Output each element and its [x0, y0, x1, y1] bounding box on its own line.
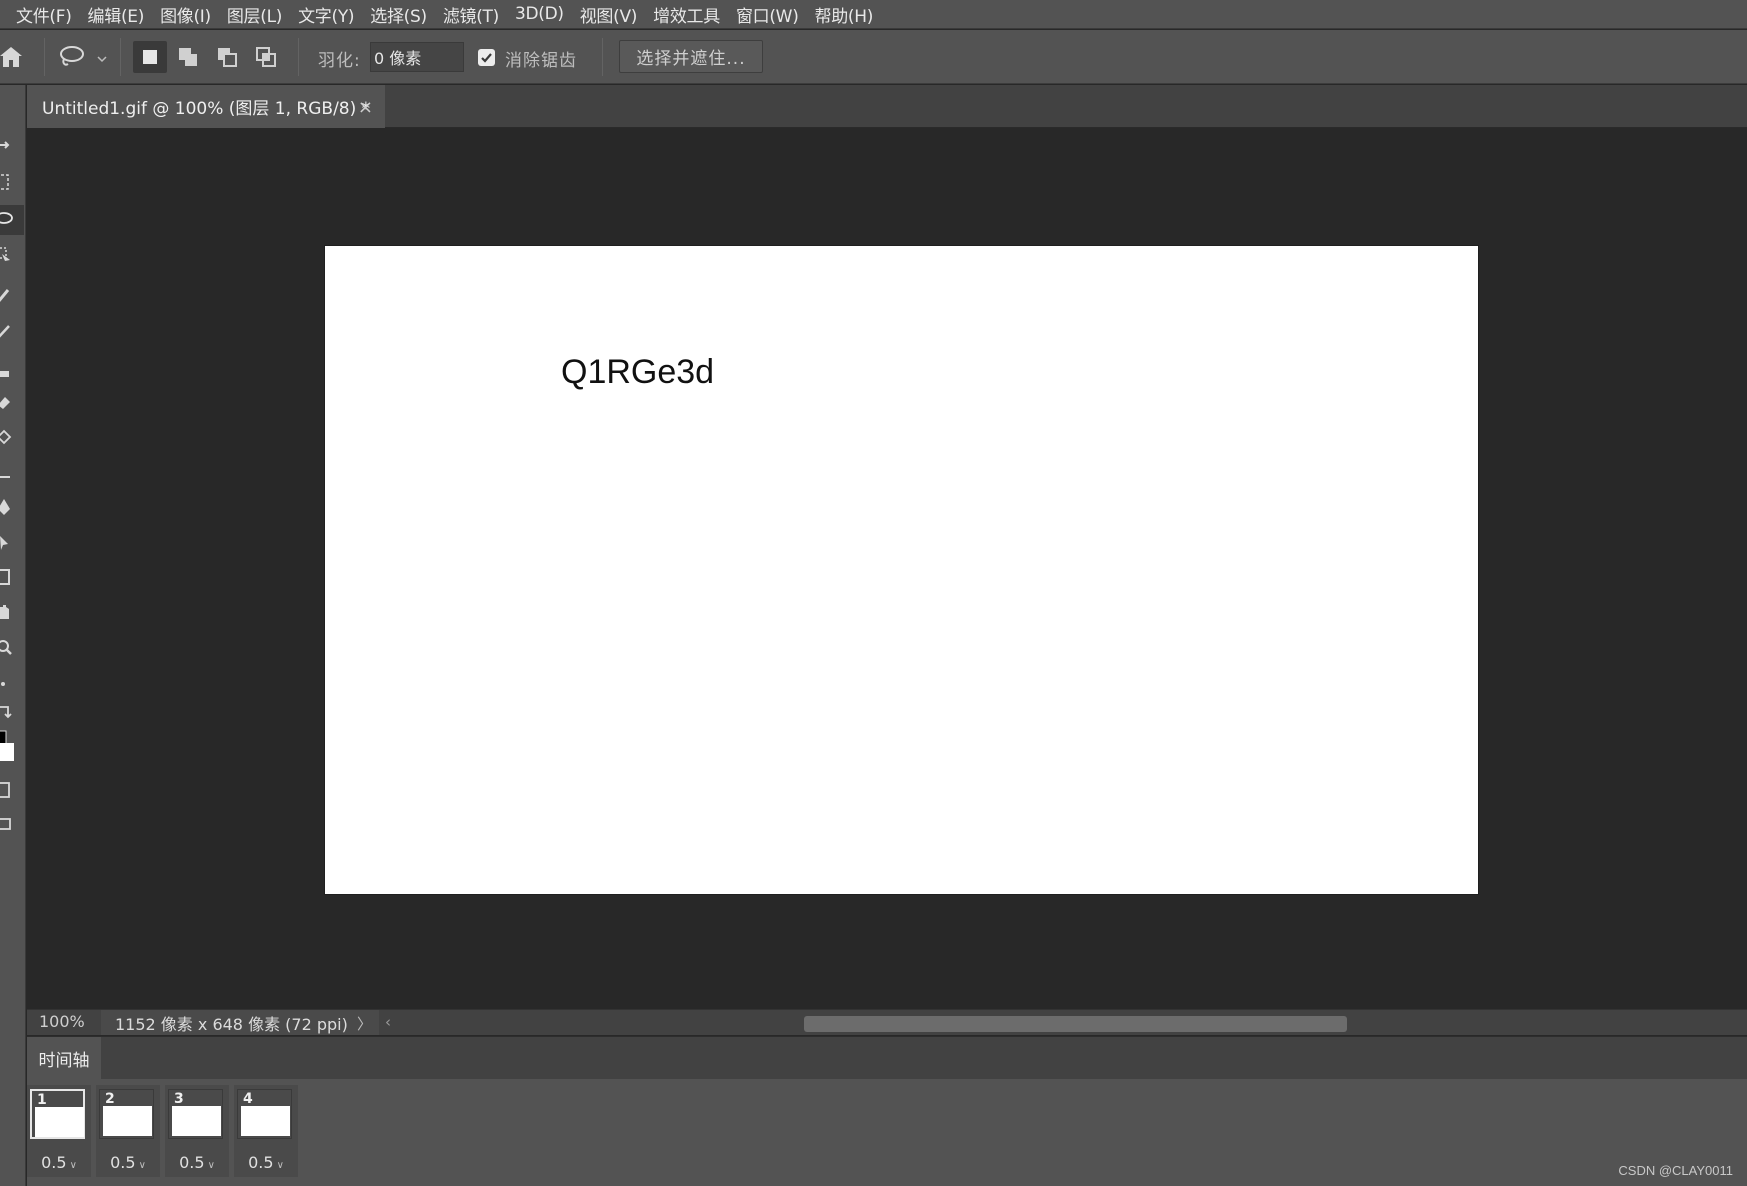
- frame-delay[interactable]: 0.5 ∨: [165, 1153, 229, 1172]
- canvas-area[interactable]: Q1RGe3d: [27, 129, 1747, 1009]
- menu-3d[interactable]: 3D(D): [515, 4, 564, 24]
- timeline-frame[interactable]: 4 0.5 ∨: [234, 1085, 298, 1177]
- path-select-tool-icon[interactable]: [0, 528, 24, 558]
- separator: [298, 38, 299, 76]
- document-tab-strip: Untitled1.gif @ 100% (图层 1, RGB/8) * ×: [27, 85, 1747, 128]
- brush-tool-icon[interactable]: [0, 317, 24, 347]
- chevron-down-icon[interactable]: ∨: [139, 1160, 146, 1171]
- document-canvas[interactable]: Q1RGe3d: [325, 246, 1478, 894]
- menu-file[interactable]: 文件(F): [16, 2, 72, 27]
- quick-mask-icon[interactable]: [0, 775, 24, 805]
- watermark: CSDN @CLAY0011: [1618, 1163, 1733, 1178]
- document-tab[interactable]: Untitled1.gif @ 100% (图层 1, RGB/8) * ×: [27, 85, 385, 128]
- shape-tool-icon[interactable]: [0, 562, 24, 592]
- intersect-selection-button[interactable]: [250, 41, 284, 73]
- frame-image: [172, 1106, 221, 1136]
- eraser-tool-icon[interactable]: [0, 387, 24, 417]
- menu-edit[interactable]: 编辑(E): [88, 2, 145, 27]
- canvas-text: Q1RGe3d: [561, 353, 715, 391]
- chevron-down-icon[interactable]: ∨: [277, 1160, 284, 1171]
- antialias-checkbox[interactable]: [478, 49, 495, 66]
- frame-delay-value: 0.5: [110, 1153, 136, 1172]
- feather-input[interactable]: [370, 42, 464, 72]
- frame-thumbnail[interactable]: 4: [237, 1089, 292, 1139]
- frame-number: 2: [105, 1091, 115, 1107]
- zoom-tool-icon[interactable]: [0, 633, 24, 663]
- chevron-down-icon[interactable]: ∨: [70, 1160, 77, 1171]
- more-tools-icon[interactable]: [0, 669, 24, 699]
- scroll-left-icon[interactable]: ‹: [385, 1013, 391, 1031]
- menu-select[interactable]: 选择(S): [370, 2, 427, 27]
- tools-panel: [0, 85, 26, 1186]
- eyedropper-tool-icon[interactable]: [0, 280, 24, 310]
- frame-number: 3: [174, 1091, 184, 1107]
- frame-image: [35, 1107, 84, 1137]
- menu-bar: 文件(F) 编辑(E) 图像(I) 图层(L) 文字(Y) 选择(S) 滤镜(T…: [0, 0, 1747, 29]
- marquee-tool-icon[interactable]: [0, 168, 24, 198]
- bucket-tool-icon[interactable]: [0, 423, 24, 453]
- document-tab-title: Untitled1.gif @ 100% (图层 1, RGB/8) *: [42, 99, 371, 119]
- scrollbar-thumb[interactable]: [804, 1016, 1347, 1032]
- chevron-right-icon[interactable]: 〉: [357, 1013, 372, 1034]
- frame-thumbnail[interactable]: 3: [168, 1089, 223, 1139]
- menu-view[interactable]: 视图(V): [580, 2, 638, 27]
- separator: [602, 38, 603, 76]
- hand-tool-icon[interactable]: [0, 597, 24, 627]
- move-tool-icon[interactable]: [0, 130, 24, 160]
- frame-image: [103, 1106, 152, 1136]
- options-bar: 羽化: 消除锯齿 选择并遮住...: [0, 30, 1747, 84]
- add-selection-button[interactable]: [172, 41, 206, 73]
- frame-number: 1: [37, 1092, 47, 1108]
- timeline-frame[interactable]: 1 0.5 ∨: [27, 1085, 91, 1177]
- frame-delay[interactable]: 0.5 ∨: [27, 1153, 91, 1172]
- tab-timeline[interactable]: 时间轴: [27, 1037, 101, 1080]
- object-select-tool-icon[interactable]: [0, 242, 24, 272]
- separator: [44, 38, 45, 76]
- color-swatches[interactable]: [0, 725, 24, 769]
- feather-label: 羽化:: [318, 51, 361, 71]
- frame-delay-value: 0.5: [179, 1153, 205, 1172]
- menu-layer[interactable]: 图层(L): [227, 2, 283, 27]
- chevron-down-icon[interactable]: ∨: [208, 1160, 215, 1171]
- new-selection-button[interactable]: [133, 41, 167, 73]
- frame-delay-value: 0.5: [41, 1153, 67, 1172]
- crop-tool-icon[interactable]: [0, 458, 24, 488]
- lasso-tool-icon[interactable]: [0, 205, 24, 235]
- subtract-selection-button[interactable]: [211, 41, 245, 73]
- close-icon[interactable]: ×: [358, 97, 373, 118]
- status-bar: 100% 1152 像素 x 648 像素 (72 ppi) 〉 ‹: [27, 1009, 1747, 1035]
- timeline-frame[interactable]: 3 0.5 ∨: [165, 1085, 229, 1177]
- lasso-tool-icon[interactable]: [58, 44, 88, 70]
- frame-image: [241, 1106, 290, 1136]
- frame-thumbnail[interactable]: 2: [99, 1089, 154, 1139]
- timeline-panel-header: 时间轴: [27, 1036, 1747, 1080]
- screen-mode-icon[interactable]: [0, 811, 24, 841]
- menu-help[interactable]: 帮助(H): [815, 2, 874, 27]
- swap-colors-icon[interactable]: [0, 697, 24, 727]
- separator: [120, 38, 121, 76]
- pen-tool-icon[interactable]: [0, 493, 24, 523]
- timeline-frame[interactable]: 2 0.5 ∨: [96, 1085, 160, 1177]
- select-and-mask-button[interactable]: 选择并遮住...: [619, 40, 763, 73]
- menu-filter[interactable]: 滤镜(T): [443, 2, 499, 27]
- frame-delay[interactable]: 0.5 ∨: [96, 1153, 160, 1172]
- frame-number: 4: [243, 1091, 253, 1107]
- frame-delay-value: 0.5: [248, 1153, 274, 1172]
- menu-type[interactable]: 文字(Y): [298, 2, 354, 27]
- menu-plugins[interactable]: 增效工具: [653, 2, 720, 27]
- home-icon[interactable]: [0, 45, 22, 69]
- menu-image[interactable]: 图像(I): [160, 2, 211, 27]
- frame-thumbnail[interactable]: 1: [30, 1089, 85, 1139]
- frame-delay[interactable]: 0.5 ∨: [234, 1153, 298, 1172]
- stamp-tool-icon[interactable]: [0, 357, 24, 387]
- document-info[interactable]: 1152 像素 x 648 像素 (72 ppi): [101, 1010, 379, 1035]
- menu-window[interactable]: 窗口(W): [736, 2, 799, 27]
- timeline-frames: 1 0.5 ∨ 2 0.5 ∨ 3 0.5 ∨ 4 0.5 ∨: [27, 1079, 1747, 1186]
- antialias-label: 消除锯齿: [505, 51, 577, 71]
- chevron-down-icon[interactable]: [96, 50, 108, 63]
- zoom-level[interactable]: 100%: [39, 1012, 85, 1031]
